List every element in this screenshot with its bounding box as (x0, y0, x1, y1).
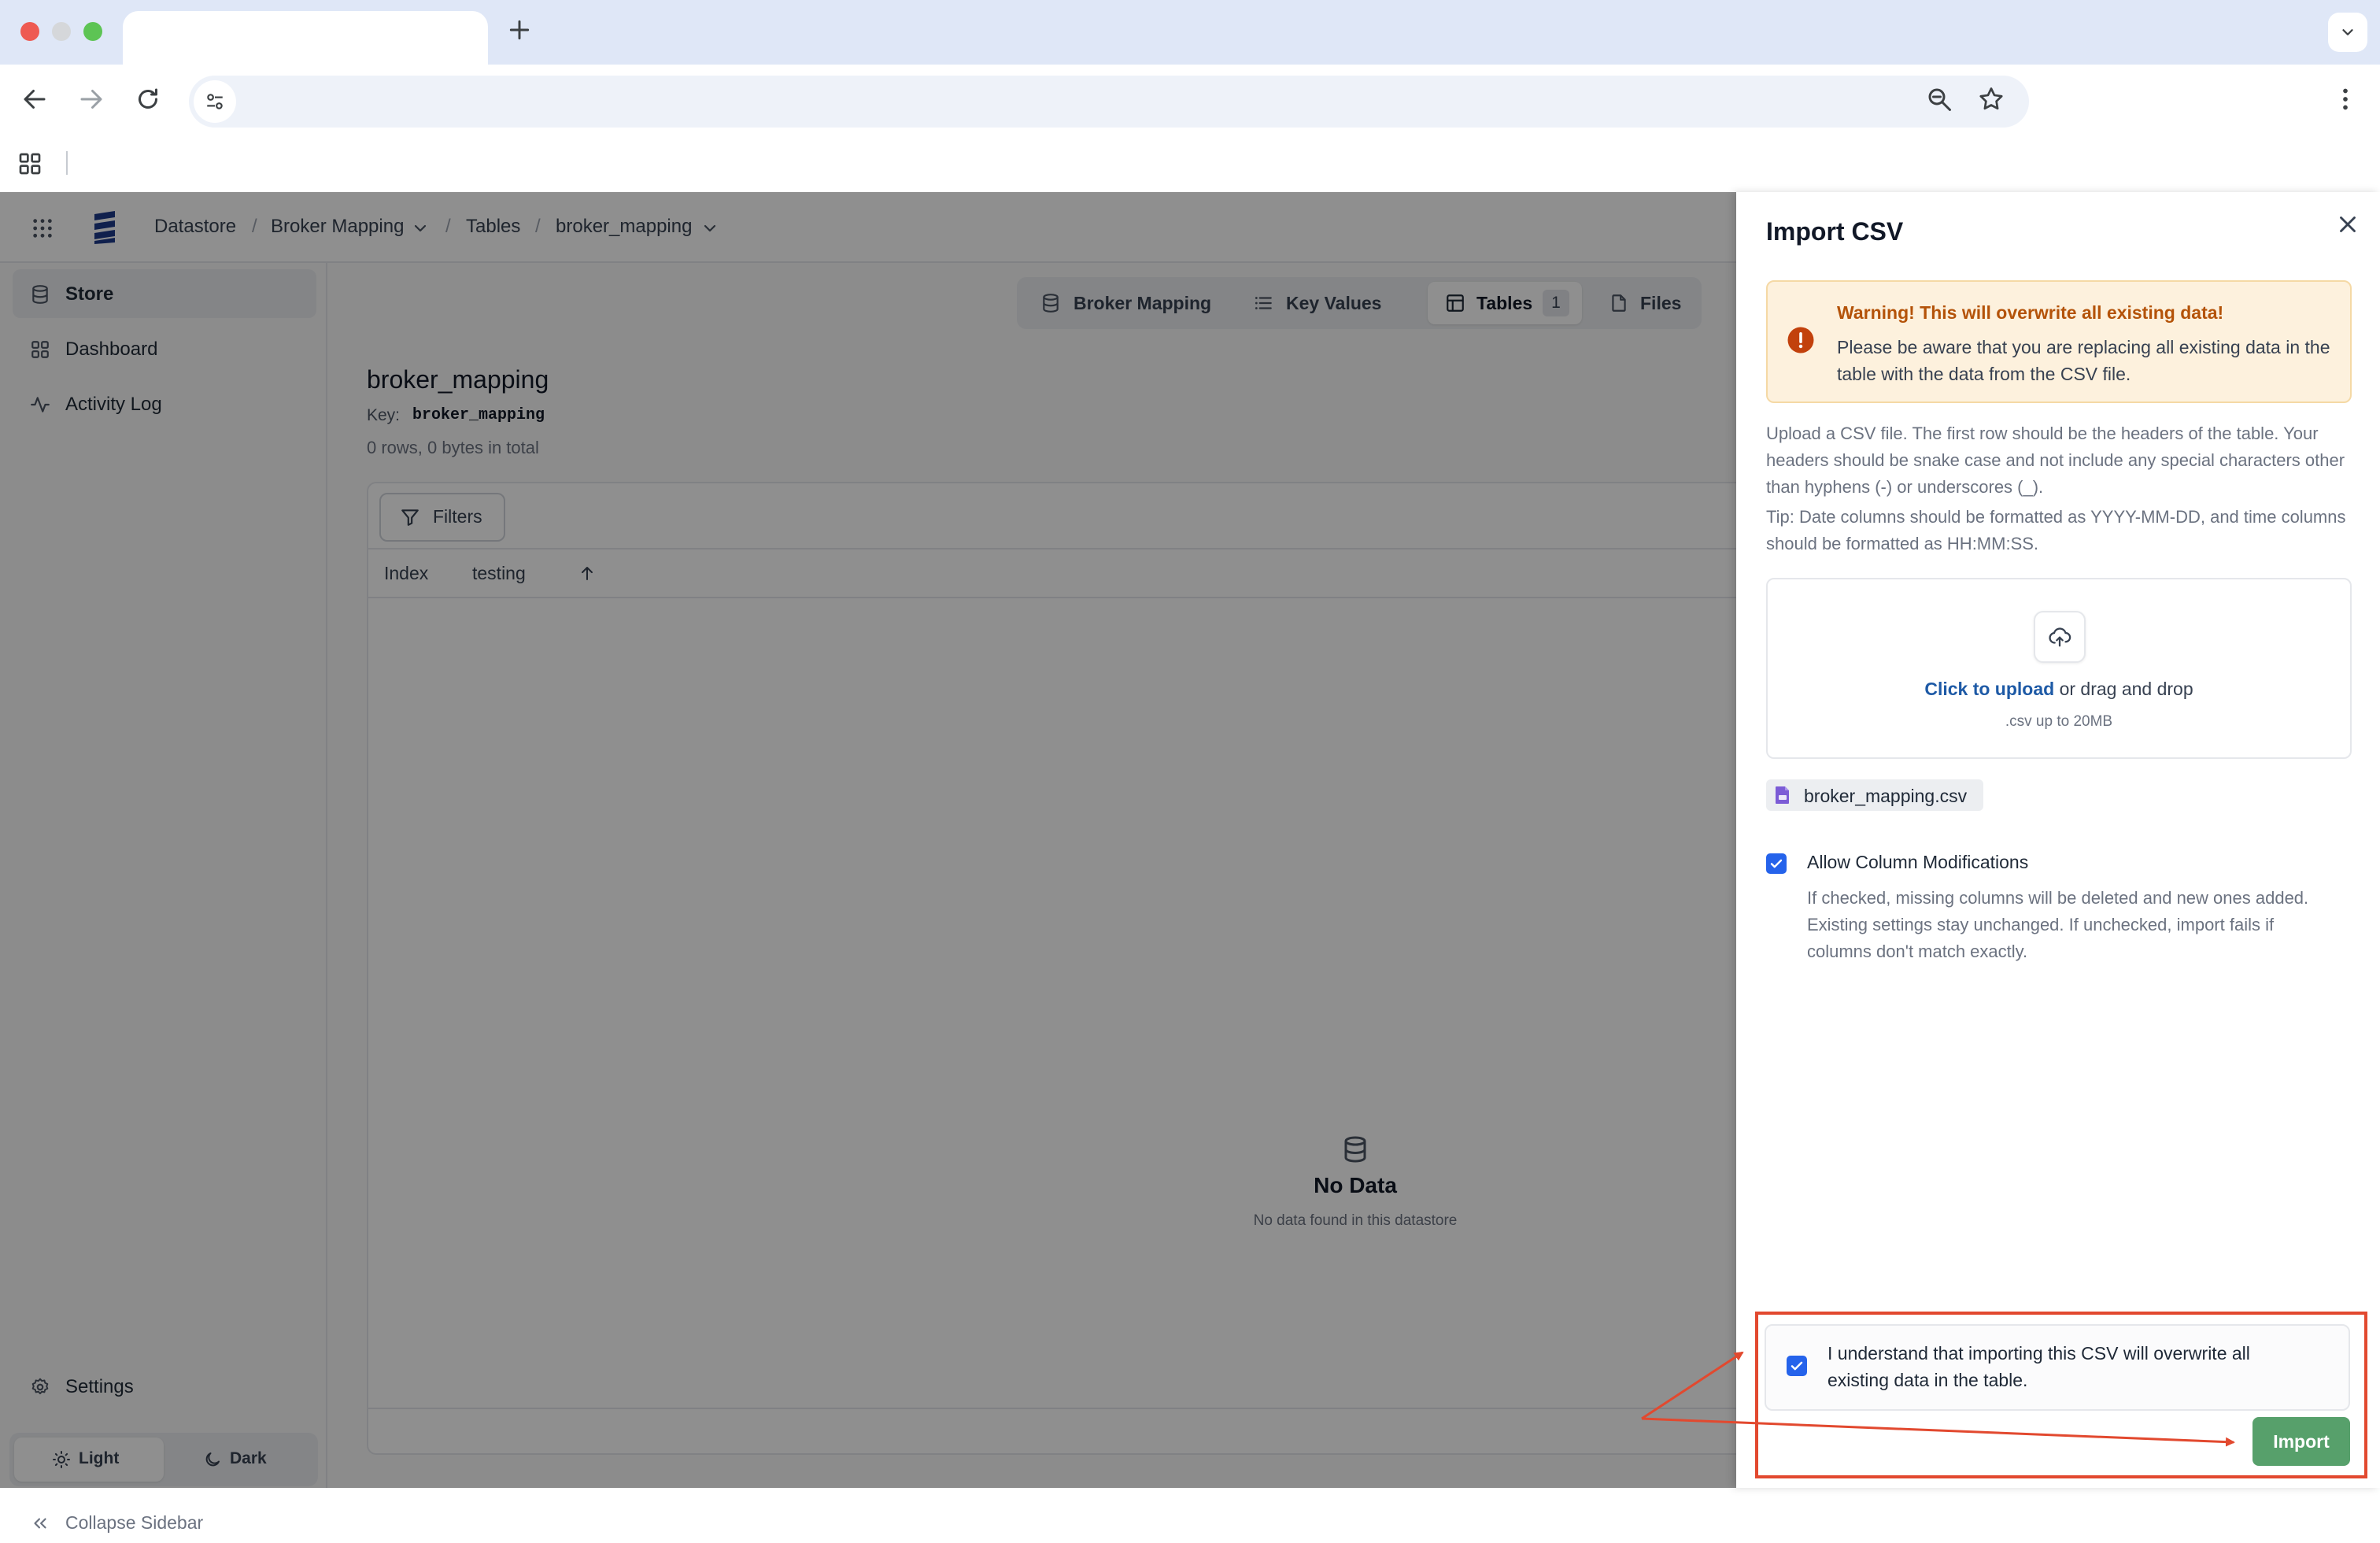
import-csv-drawer: Import CSV Warning! This will overwrite … (1736, 192, 2380, 1488)
tab-search-button[interactable] (2328, 13, 2367, 52)
apps-grid-icon[interactable] (17, 151, 42, 176)
close-icon[interactable] (2334, 211, 2361, 238)
allow-column-modifications-checkbox[interactable] (1766, 853, 1787, 874)
modal-backdrop[interactable] (0, 192, 1736, 1488)
file-dropzone[interactable]: Click to upload or drag and drop .csv up… (1766, 578, 2352, 759)
back-icon[interactable] (20, 85, 49, 113)
collapse-sidebar-label: Collapse Sidebar (65, 1512, 204, 1533)
zoom-icon[interactable] (1925, 85, 1953, 113)
bookmarks-divider (66, 151, 68, 175)
selected-file-chip: broker_mapping.csv (1766, 779, 1983, 811)
site-info-button[interactable] (194, 80, 236, 123)
import-button[interactable]: Import (2252, 1417, 2350, 1466)
selected-file-name: broker_mapping.csv (1804, 786, 1968, 806)
allow-column-modifications-description: If checked, missing columns will be dele… (1807, 888, 2309, 961)
bookmarks-bar (0, 134, 2380, 194)
warning-alert: Warning! This will overwrite all existin… (1766, 280, 2352, 403)
warning-body: Please be aware that you are replacing a… (1837, 337, 2330, 384)
upload-tip: Tip: Date columns should be formatted as… (1766, 507, 2346, 553)
cloud-upload-icon (2048, 625, 2071, 649)
minimize-window-icon[interactable] (52, 22, 71, 41)
alert-icon (1787, 326, 1815, 354)
allow-column-modifications-label[interactable]: Allow Column Modifications (1807, 852, 2028, 873)
bookmark-star-icon[interactable] (1977, 85, 2005, 113)
confirm-overwrite-checkbox[interactable] (1787, 1356, 1807, 1376)
warning-title: Warning! This will overwrite all existin… (1837, 302, 2224, 323)
address-bar[interactable] (189, 76, 2029, 128)
upload-instructions: Upload a CSV file. The first row should … (1766, 424, 2345, 497)
upload-prompt: Click to upload or drag and drop (1768, 679, 2350, 700)
forward-icon[interactable] (77, 85, 105, 113)
click-to-upload-link[interactable]: Click to upload (1924, 679, 2054, 699)
upload-prompt-rest: or drag and drop (2054, 679, 2193, 699)
browser-tab[interactable] (123, 11, 488, 65)
tune-icon (205, 91, 225, 112)
upload-hint: .csv up to 20MB (2005, 713, 2113, 730)
chevrons-left-icon (30, 1513, 50, 1534)
browser-tab-strip (0, 0, 2380, 65)
confirm-overwrite-label[interactable]: I understand that importing this CSV wil… (1828, 1340, 2315, 1393)
chevron-down-icon (2339, 24, 2356, 41)
upload-icon-box (2034, 611, 2086, 663)
more-menu-icon[interactable] (2331, 85, 2360, 113)
collapse-sidebar-button[interactable]: Collapse Sidebar (13, 1504, 316, 1543)
reload-icon[interactable] (134, 85, 162, 113)
close-window-icon[interactable] (20, 22, 39, 41)
confirm-overwrite-box: I understand that importing this CSV wil… (1765, 1324, 2350, 1411)
csv-file-icon (1774, 786, 1791, 805)
maximize-window-icon[interactable] (83, 22, 102, 41)
drawer-title: Import CSV (1766, 217, 1904, 246)
new-tab-icon[interactable] (507, 17, 532, 43)
